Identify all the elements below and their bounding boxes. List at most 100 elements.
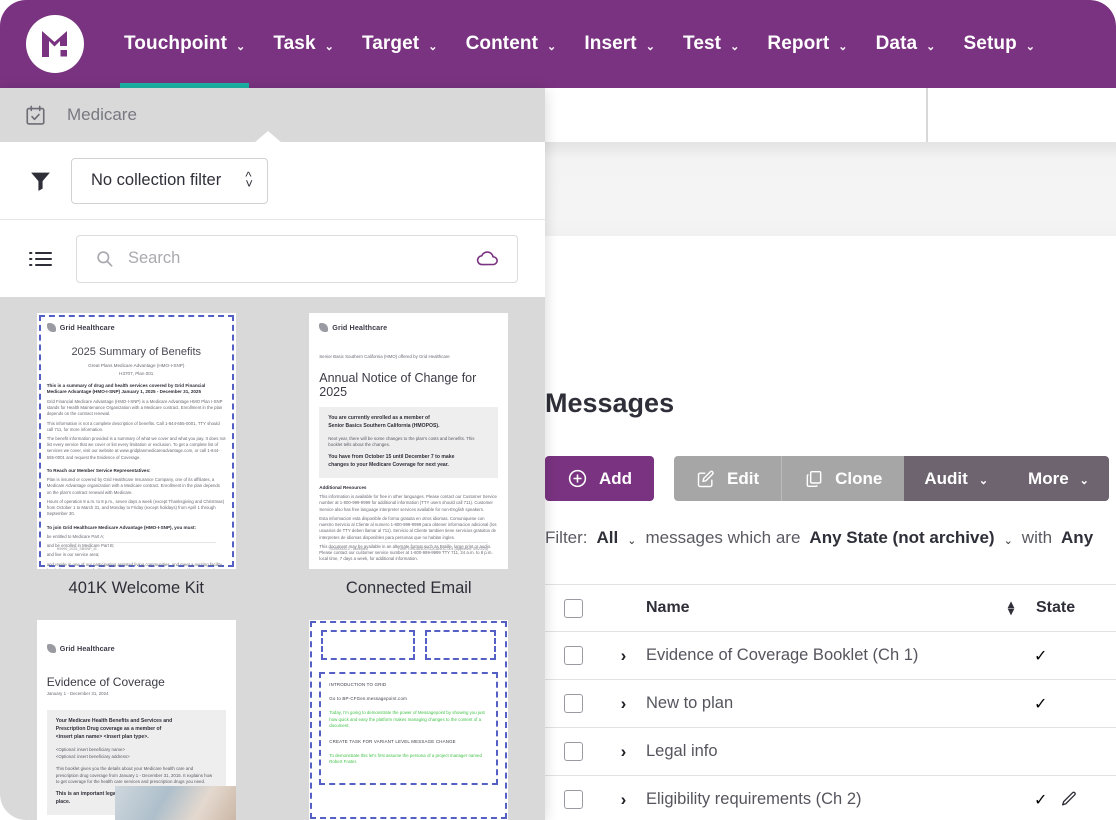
search-input[interactable]	[128, 249, 462, 268]
select-all-checkbox[interactable]	[563, 598, 583, 618]
row-select-cell	[545, 694, 601, 713]
app-logo[interactable]	[0, 15, 110, 73]
document-thumbnail[interactable]: Grid Healthcare 2025 Summary of Benefits…	[36, 313, 236, 569]
callout-bold: You are currently enrolled as a member o…	[328, 415, 430, 421]
callout-text: This booklet gives you the details about…	[55, 765, 213, 785]
thumbnail-cell[interactable]: INTRODUCTION TO GRID Go to BP-CFGen.mess…	[273, 620, 546, 820]
row-state-cell: ✓	[1026, 694, 1116, 714]
chevron-down-icon: ⌄	[1079, 475, 1089, 487]
document-thumbnail[interactable]: Grid Healthcare Evidence of Coverage Jan…	[36, 620, 236, 820]
edit-pencil-icon[interactable]	[1059, 790, 1078, 809]
nav-item-touchpoint[interactable]: Touchpoint ⌄	[110, 0, 259, 88]
add-button[interactable]: Add	[545, 456, 655, 501]
nav-item-setup[interactable]: Setup ⌄	[950, 0, 1050, 88]
filter-scope-dropdown[interactable]: All	[597, 528, 619, 548]
chevron-right-icon: ›	[620, 645, 627, 665]
stepper-icon[interactable]: ^ ˅	[245, 170, 253, 189]
table-row[interactable]: › New to plan ✓	[545, 680, 1116, 728]
row-expand-cell[interactable]: ›	[601, 694, 646, 714]
thumbnail-caption: Connected Email	[345, 579, 472, 597]
email-line-highlighted: To demonstrate this let's first assume t…	[329, 752, 482, 765]
row-checkbox[interactable]	[563, 694, 583, 713]
chevron-right-icon: ›	[620, 741, 627, 761]
doc-bullet: Plan is insured or covered by Grid Healt…	[46, 477, 220, 495]
nav-item-test[interactable]: Test ⌄	[669, 0, 753, 88]
nav-item-content[interactable]: Content ⌄	[452, 0, 571, 88]
collection-browser-overlay: Medicare No collection filter ^ ˅ Search…	[0, 88, 545, 820]
email-zone-right	[425, 630, 497, 660]
row-state-cell: ✓	[1026, 646, 1116, 666]
chevron-down-icon[interactable]: ⌄	[1004, 534, 1013, 547]
audit-button[interactable]: Audit ⌄	[904, 456, 1009, 501]
filter-middle-label: messages which are	[645, 528, 801, 547]
nav-label: Setup	[963, 33, 1017, 54]
name-column-header[interactable]: Name ▴ ▾	[646, 599, 1026, 617]
thumbnail-cell[interactable]: Grid Healthcare 2025 Summary of Benefits…	[0, 313, 273, 598]
chevron-down-icon: ⌄	[236, 40, 246, 53]
collection-thumbnail-area: Grid Healthcare 2025 Summary of Benefits…	[0, 297, 545, 820]
nav-label: Report	[767, 33, 830, 54]
filter-state-dropdown[interactable]: Any State (not archive)	[809, 528, 994, 548]
top-navigation-bar: Touchpoint ⌄ Task ⌄ Target ⌄ Content ⌄ I…	[0, 0, 1116, 88]
doc-bullet: Esta informacion esta disponible de form…	[319, 515, 497, 540]
photo-image	[114, 786, 236, 820]
callout-text: <Optional: insert beneficiary address>	[55, 754, 130, 760]
document-preview-content: Grid Healthcare Senior Basic Southern Ca…	[319, 323, 499, 561]
row-name-cell: New to plan	[646, 694, 1026, 713]
nav-item-target[interactable]: Target ⌄	[348, 0, 452, 88]
row-expand-cell[interactable]: ›	[601, 742, 646, 762]
doc-title: 2025 Summary of Benefits	[71, 346, 202, 358]
row-checkbox[interactable]	[563, 790, 583, 809]
email-line-highlighted: Today, I'm going to demonstrate the powe…	[329, 710, 485, 729]
thumbnail-grid: Grid Healthcare 2025 Summary of Benefits…	[0, 313, 545, 820]
list-icon[interactable]	[28, 249, 54, 269]
table-header-row: Name ▴ ▾ State	[545, 584, 1116, 632]
check-icon: ✓	[1034, 791, 1048, 809]
collection-filter-select[interactable]: No collection filter ^ ˅	[71, 157, 268, 204]
nav-item-report[interactable]: Report ⌄	[753, 0, 861, 88]
nav-item-data[interactable]: Data ⌄	[862, 0, 950, 88]
row-expand-cell[interactable]: ›	[601, 646, 646, 666]
row-checkbox[interactable]	[563, 646, 583, 665]
table-row[interactable]: › Legal info	[545, 728, 1116, 776]
table-row[interactable]: › Evidence of Coverage Booklet (Ch 1) ✓	[545, 632, 1116, 680]
messages-table: Name ▴ ▾ State › Evidence of Coverage Bo…	[545, 584, 1116, 820]
filter-bar: Filter: All ⌄ messages which are Any Sta…	[545, 528, 1093, 548]
more-button-label: More	[1028, 468, 1069, 488]
chevron-down-icon: ⌄	[926, 40, 936, 53]
row-expand-cell[interactable]: ›	[601, 790, 646, 810]
cloud-icon[interactable]	[476, 249, 501, 268]
clone-button-label: Clone	[835, 468, 883, 488]
doc-footer-left: SCB00000-2 - Accepted	[329, 547, 368, 551]
table-row[interactable]: › Eligibility requirements (Ch 2) ✓	[545, 776, 1116, 820]
edit-button[interactable]: Edit	[674, 456, 782, 501]
doc-subtitle: Great Plans Medicare Advantage (HMO-I-SN…	[88, 363, 185, 368]
filter-trailing-dropdown[interactable]: Any	[1061, 528, 1093, 548]
chevron-down-icon[interactable]: ⌄	[627, 534, 636, 547]
nav-label: Test	[683, 33, 722, 54]
document-thumbnail[interactable]: Grid Healthcare Senior Basic Southern Ca…	[309, 313, 509, 569]
doc-heading: Additional Resources	[319, 484, 367, 490]
logo-m-icon	[42, 31, 67, 57]
sort-toggle-icon[interactable]: ▴ ▾	[1008, 599, 1014, 617]
collection-search-row	[0, 220, 545, 297]
email-thumbnail[interactable]: INTRODUCTION TO GRID Go to BP-CFGen.mess…	[309, 620, 509, 820]
email-line: Go to BP-CFGen.messagepoint.com	[329, 696, 407, 701]
nav-item-insert[interactable]: Insert ⌄	[570, 0, 669, 88]
row-checkbox[interactable]	[563, 742, 583, 761]
row-state-cell: ✓	[1026, 790, 1116, 810]
chevron-down-icon: ⌄	[1025, 40, 1036, 53]
overlay-tab-medicare[interactable]: Medicare	[0, 88, 137, 142]
clone-button[interactable]: Clone	[781, 456, 905, 501]
calendar-check-icon	[26, 105, 45, 125]
thumbnail-cell[interactable]: Grid Healthcare Evidence of Coverage Jan…	[0, 620, 273, 820]
callout-bold: Senior Basics Southern California (HMOPO…	[328, 422, 440, 429]
thumbnail-cell[interactable]: Grid Healthcare Senior Basic Southern Ca…	[273, 313, 546, 598]
row-name-label: Evidence of Coverage Booklet (Ch 1)	[646, 646, 919, 664]
more-button[interactable]: More ⌄	[1008, 456, 1109, 501]
doc-heading: To join Grid Healthcare Medicare Advanta…	[46, 524, 197, 530]
doc-title: Annual Notice of Change for 2025	[319, 371, 477, 399]
callout-bold: Your Medicare Health Benefits and Servic…	[55, 718, 173, 724]
search-field-wrapper[interactable]	[76, 234, 518, 283]
nav-item-task[interactable]: Task ⌄	[259, 0, 348, 88]
